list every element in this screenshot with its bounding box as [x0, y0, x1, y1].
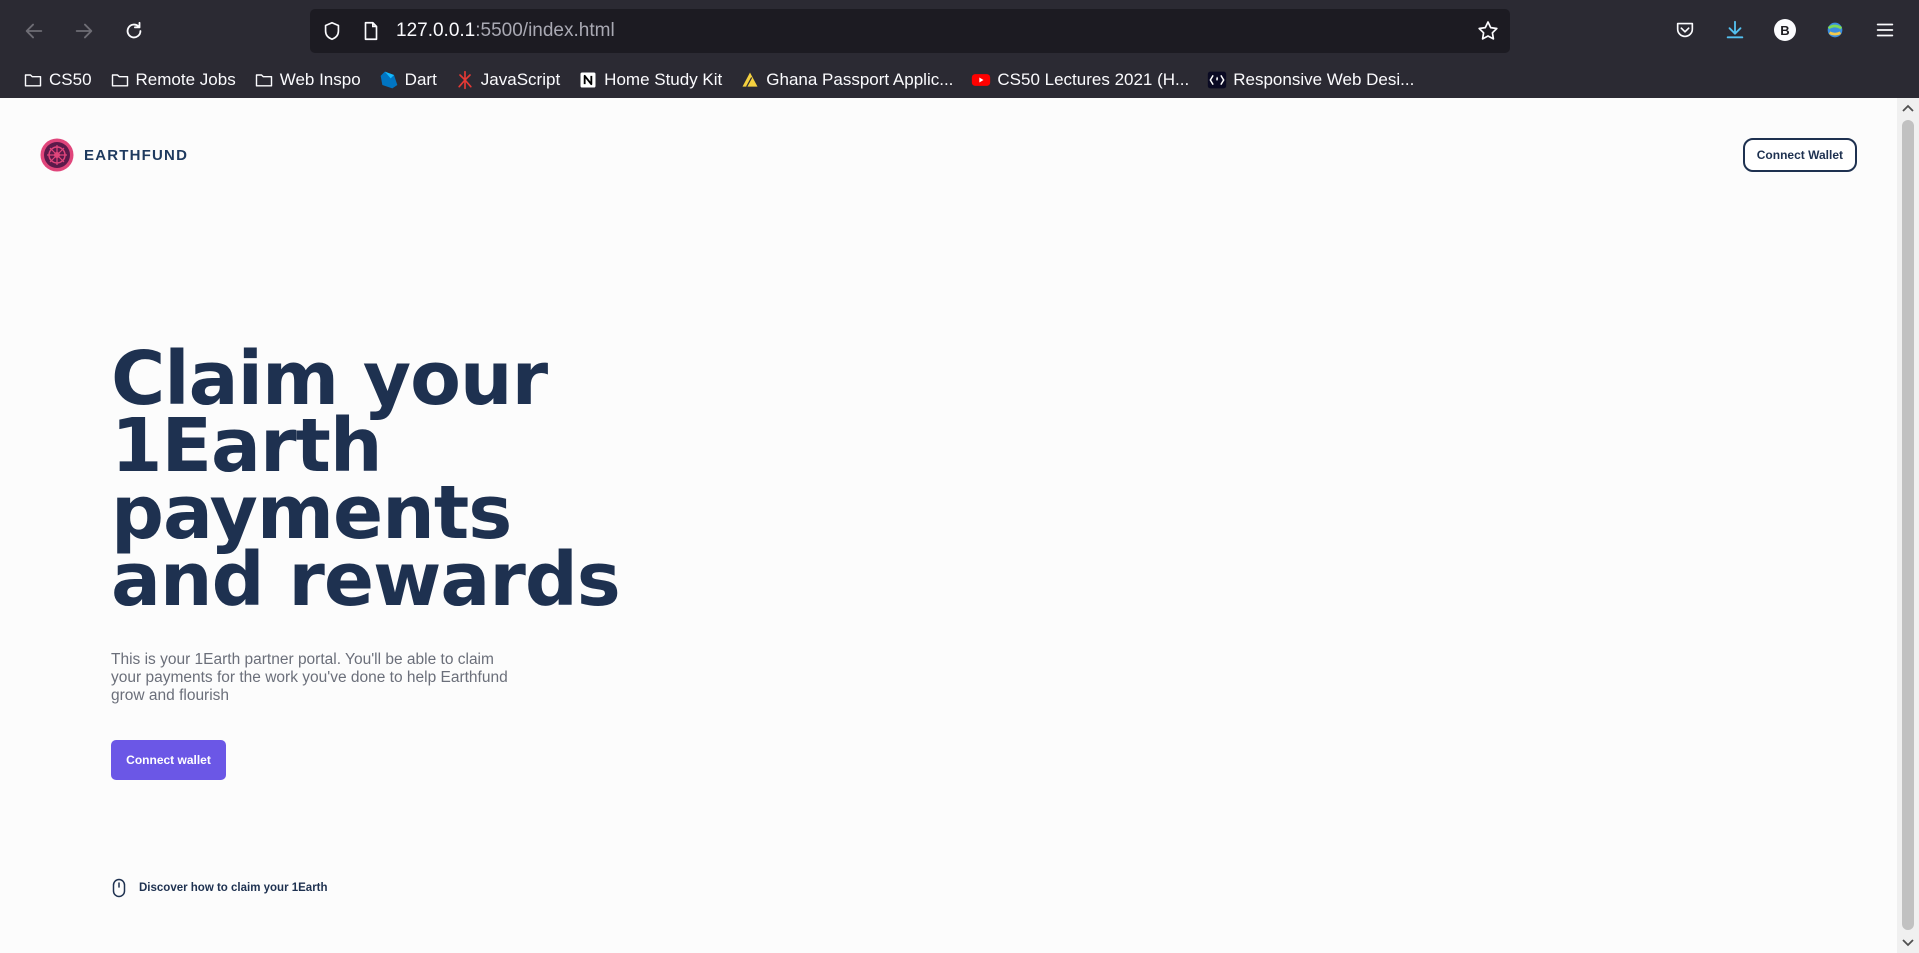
reload-icon	[126, 21, 142, 39]
address-bar[interactable]: 127.0.0.1:5500/index.html	[310, 9, 1510, 53]
hero-title: Claim your 1Earth payments and rewards	[111, 342, 631, 623]
bookmark-javascript[interactable]: JavaScript	[449, 65, 566, 95]
header-connect-wallet-button[interactable]: Connect Wallet	[1742, 138, 1857, 172]
hamburger-menu-icon	[1876, 23, 1894, 37]
folder-icon	[255, 73, 272, 87]
connect-wallet-button[interactable]: Connect wallet	[111, 740, 226, 780]
download-icon	[1726, 20, 1744, 39]
browser-chrome: 127.0.0.1:5500/index.html B CS50 Remote …	[0, 0, 1919, 98]
passport-logo-icon	[742, 72, 758, 87]
scrollbar-thumb[interactable]	[1902, 120, 1914, 930]
javascript-logo-icon	[458, 70, 472, 89]
profile-button[interactable]: B	[1772, 17, 1798, 43]
hero-title-line: and rewards	[111, 537, 621, 623]
chevron-down-icon	[1902, 939, 1914, 947]
freecodecamp-logo-icon	[1208, 71, 1227, 88]
brand-logo[interactable]: EARTHFUND	[40, 138, 188, 172]
page-viewport: EARTHFUND Connect Wallet Claim your 1Ear…	[0, 98, 1897, 953]
menu-button[interactable]	[1872, 17, 1898, 43]
forward-button[interactable]	[67, 14, 101, 48]
hero-description: This is your 1Earth partner portal. You'…	[111, 651, 508, 704]
brand-name: EARTHFUND	[84, 146, 189, 164]
browser-toolbar: 127.0.0.1:5500/index.html B	[0, 0, 1919, 61]
chevron-up-icon	[1902, 104, 1914, 112]
bookmarks-bar: CS50 Remote Jobs Web Inspo Dart JavaScri…	[0, 61, 1919, 98]
bookmark-remote-jobs[interactable]: Remote Jobs	[104, 65, 242, 95]
dart-logo-icon	[380, 71, 398, 88]
bookmark-ghana-passport[interactable]: Ghana Passport Applic...	[734, 65, 959, 95]
discover-text: Discover how to claim your 1Earth	[139, 882, 328, 894]
earthfund-logo-icon	[40, 138, 74, 172]
shield-icon[interactable]	[321, 20, 343, 42]
bookmark-dart[interactable]: Dart	[373, 65, 443, 95]
bookmark-home-study-kit[interactable]: Home Study Kit	[572, 65, 728, 95]
folder-icon	[24, 73, 42, 87]
extension-globe-icon	[1827, 22, 1843, 38]
forward-arrow-icon	[75, 23, 93, 39]
bookmark-cs50[interactable]: CS50	[17, 65, 98, 95]
page-scrollbar[interactable]	[1897, 98, 1919, 953]
youtube-logo-icon	[972, 73, 991, 86]
pocket-icon	[1676, 22, 1694, 38]
scroll-up-arrow[interactable]	[1897, 98, 1919, 118]
scroll-down-arrow[interactable]	[1897, 933, 1919, 953]
discover-link[interactable]: Discover how to claim your 1Earth	[111, 878, 328, 898]
downloads-button[interactable]	[1722, 17, 1748, 43]
bookmark-star-icon[interactable]	[1476, 19, 1500, 43]
reload-button[interactable]	[117, 14, 151, 48]
profile-avatar: B	[1774, 19, 1796, 41]
back-button[interactable]	[17, 14, 51, 48]
folder-icon	[111, 73, 128, 87]
back-arrow-icon	[25, 23, 43, 39]
url-text[interactable]: 127.0.0.1:5500/index.html	[396, 20, 615, 42]
page-icon[interactable]	[360, 20, 382, 42]
mouse-scroll-icon	[112, 878, 126, 898]
pocket-button[interactable]	[1672, 17, 1698, 43]
extension-button[interactable]	[1822, 17, 1848, 43]
bookmark-responsive-web[interactable]: Responsive Web Desi...	[1201, 65, 1420, 95]
bookmark-cs50-lectures[interactable]: CS50 Lectures 2021 (H...	[965, 65, 1195, 95]
site-header: EARTHFUND Connect Wallet	[40, 138, 1857, 172]
notion-logo-icon	[580, 72, 596, 87]
bookmark-web-inspo[interactable]: Web Inspo	[248, 65, 367, 95]
